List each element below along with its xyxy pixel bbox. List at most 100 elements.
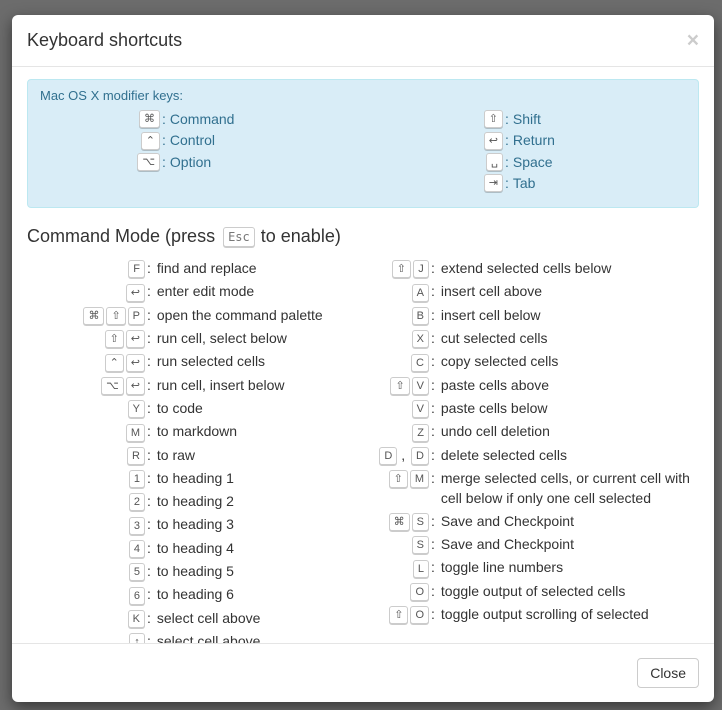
key-cap: S [412,513,429,531]
shortcut-keys: 4 [27,538,145,558]
legend-label: Option [170,154,211,170]
key-cap: A [412,284,429,302]
shortcut-row: ⇧O:toggle output scrolling of selected [373,604,699,624]
shortcut-row: F:find and replace [27,258,353,278]
colon: : [147,538,151,558]
keyboard-shortcuts-dialog: Keyboard shortcuts × Mac OS X modifier k… [12,15,714,702]
colon: : [147,421,151,441]
key-cap: ↩ [126,377,145,395]
shortcuts-grid: F:find and replace↩:enter edit mode⌘⇧P:o… [27,255,699,643]
shortcut-keys: R [27,445,145,465]
key-cap: ⇧ [105,330,124,348]
key-cap: F [128,260,145,278]
key-cap: ↑ [129,633,145,643]
colon: : [505,154,509,170]
key-cap: 2 [129,493,145,511]
legend-key: ⇥ [383,174,503,192]
colon: : [147,608,151,628]
shortcut-keys: ⇧↩ [27,328,145,348]
colon: : [431,398,435,418]
colon: : [162,132,166,148]
legend-label: Tab [513,175,536,191]
shortcut-keys: 1 [27,468,145,488]
shortcut-row: ⇧M:merge selected cells, or current cell… [373,468,699,508]
key-cap: ⌥ [101,377,124,395]
colon: : [147,491,151,511]
shortcut-description: copy selected cells [439,351,699,371]
shortcut-row: L:toggle line numbers [373,557,699,577]
colon: : [431,511,435,531]
modifier-keys-legend: Mac OS X modifier keys: ⌘:Command⌃:Contr… [27,79,699,208]
colon: : [431,581,435,601]
shortcut-description: undo cell deletion [439,421,699,441]
colon: : [431,604,435,624]
key-cap: ⌥ [137,153,160,171]
key-cap: ⇧ [392,260,411,278]
shortcut-description: toggle output of selected cells [439,581,699,601]
shortcut-keys: L [373,557,429,577]
shortcut-description: cut selected cells [439,328,699,348]
shortcut-description: extend selected cells below [439,258,699,278]
legend-row: ↩:Return [383,131,686,149]
key-cap: ↩ [126,354,145,372]
key-cap: O [410,606,429,624]
key-cap: V [412,377,429,395]
legend-title: Mac OS X modifier keys: [40,88,686,103]
close-button[interactable]: Close [637,658,699,688]
legend-key: ␣ [383,153,503,171]
legend-row: ⇧:Shift [383,110,686,128]
key-cap: ␣ [486,153,503,171]
key-cap: ⌘ [83,307,104,325]
shortcut-row: ⌘⇧P:open the command palette [27,305,353,325]
legend-key: ⌘ [40,110,160,128]
key-cap: B [412,307,429,325]
shortcut-description: to heading 2 [155,491,353,511]
shortcut-keys: ⇧J [373,258,429,278]
key-cap: ⇧ [389,470,408,488]
close-icon[interactable]: × [687,30,699,51]
shortcut-keys: ⇧O [373,604,429,624]
shortcut-description: toggle output scrolling of selected [439,604,699,624]
colon: : [505,175,509,191]
shortcut-keys: F [27,258,145,278]
shortcut-keys: 3 [27,514,145,534]
dialog-header: Keyboard shortcuts × [12,15,714,67]
colon: : [147,328,151,348]
colon: : [431,375,435,395]
colon: : [162,154,166,170]
shortcut-description: run cell, insert below [155,375,353,395]
shortcut-description: to heading 5 [155,561,353,581]
shortcut-row: ⌘S:Save and Checkpoint [373,511,699,531]
key-cap: 1 [129,470,145,488]
key-cap: D [411,447,429,465]
shortcut-keys: ⌘⇧P [27,305,145,325]
shortcut-row: O:toggle output of selected cells [373,581,699,601]
key-cap: M [410,470,429,488]
shortcut-row: 3:to heading 3 [27,514,353,534]
shortcut-description: to code [155,398,353,418]
legend-row: ⌘:Command [40,110,343,128]
key-cap: O [410,583,429,601]
colon: : [431,557,435,577]
colon: : [147,375,151,395]
key-cap: ⌃ [105,354,124,372]
key-cap: ⇥ [484,174,503,192]
key-cap: ⇧ [390,377,409,395]
shortcut-description: delete selected cells [439,445,699,465]
shortcut-row: 1:to heading 1 [27,468,353,488]
legend-row: ␣:Space [383,153,686,171]
shortcut-row: ⌥↩:run cell, insert below [27,375,353,395]
shortcuts-column-right: ⇧J:extend selected cells belowA:insert c… [373,255,699,643]
shortcut-row: ↑:select cell above [27,631,353,643]
shortcut-keys: K [27,608,145,628]
key-cap: ⇧ [106,307,125,325]
legend-label: Control [170,132,215,148]
shortcut-description: merge selected cells, or current cell wi… [439,468,699,508]
shortcut-row: C:copy selected cells [373,351,699,371]
colon: : [162,111,166,127]
key-cap: 4 [129,540,145,558]
legend-column-left: ⌘:Command⌃:Control⌥:Option [40,107,343,195]
colon: : [505,132,509,148]
key-cap: ↩ [484,132,503,150]
shortcut-keys: ⌃↩ [27,351,145,371]
